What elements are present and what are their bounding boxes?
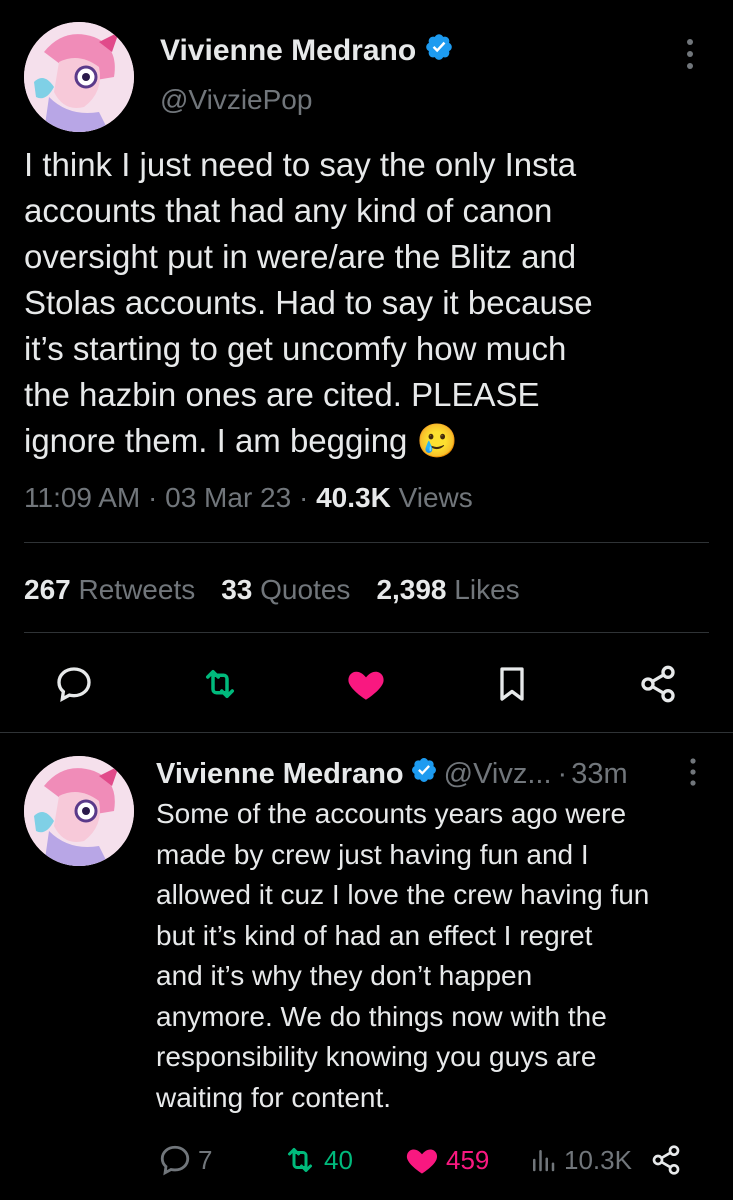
more-vertical-icon[interactable] bbox=[680, 36, 700, 72]
likes-count: 2,398 bbox=[376, 574, 447, 605]
heart-icon bbox=[406, 1149, 438, 1174]
more-vertical-icon[interactable] bbox=[684, 756, 702, 788]
divider bbox=[0, 732, 733, 733]
engagement-stats: 267 Retweets 33 Quotes 2,398 Likes bbox=[24, 574, 520, 606]
retweets-label: Retweets bbox=[78, 574, 196, 605]
reply-reply-button[interactable]: 7 bbox=[158, 1140, 212, 1180]
share-icon bbox=[641, 665, 675, 703]
avatar-illustration bbox=[24, 22, 134, 132]
reply-count: 7 bbox=[198, 1144, 213, 1175]
reply-share-button[interactable] bbox=[650, 1140, 682, 1180]
meta-separator: · bbox=[298, 482, 309, 513]
retweet-icon bbox=[206, 670, 234, 698]
reply-author-handle[interactable]: @Vivz... bbox=[444, 758, 552, 791]
views-count: 40.3K bbox=[316, 482, 391, 513]
tweet-meta: 11:09 AM · 03 Mar 23 · 40.3K Views bbox=[24, 482, 473, 514]
quotes-stat[interactable]: 33 Quotes bbox=[221, 574, 350, 606]
views-chart-icon bbox=[533, 1150, 555, 1172]
author-avatar[interactable] bbox=[24, 22, 134, 132]
tweet-line-last: ignore them. I am begging 🥲 bbox=[24, 418, 593, 464]
retweet-button[interactable] bbox=[192, 656, 248, 712]
heart-icon bbox=[348, 671, 384, 700]
reply-retweet-button[interactable]: 40 bbox=[282, 1140, 353, 1180]
verified-badge-icon bbox=[424, 32, 454, 70]
reply-body: Some of the accounts years ago were made… bbox=[156, 794, 649, 1118]
views-count: 10.3K bbox=[564, 1144, 632, 1175]
retweet-icon bbox=[288, 1148, 312, 1172]
views-label: Views bbox=[398, 482, 473, 513]
tweet-line: accounts that had any kind of canon bbox=[24, 192, 553, 229]
bookmark-icon bbox=[500, 667, 524, 701]
tweet-line: it’s starting to get uncomfy how much bbox=[24, 330, 567, 367]
tweet-action-bar bbox=[0, 656, 733, 712]
tweet-line: I think I just need to say the only Inst… bbox=[24, 146, 577, 183]
reply-line: and it’s why they don’t happen bbox=[156, 960, 533, 991]
reply-line: but it’s kind of had an effect I regret bbox=[156, 919, 593, 951]
reply-action-bar: 7 40 459 10.3K bbox=[0, 1140, 733, 1180]
tweet-line: Stolas accounts. Had to say it because bbox=[24, 284, 593, 321]
reply-line: anymore. We do things now with the bbox=[156, 1000, 607, 1032]
tweet-date[interactable]: 03 Mar 23 bbox=[165, 482, 291, 513]
reply-author-name[interactable]: Vivienne Medrano bbox=[156, 758, 404, 791]
like-button[interactable] bbox=[338, 656, 394, 712]
reply-icon bbox=[160, 1145, 190, 1176]
tweet-line: the hazbin ones are cited. PLEASE bbox=[24, 376, 540, 413]
likes-label: Likes bbox=[454, 574, 520, 605]
share-button[interactable] bbox=[630, 656, 686, 712]
reply-line: made by crew just having fun and I bbox=[156, 838, 589, 870]
meta-separator: · bbox=[148, 482, 158, 513]
reply-views-button[interactable]: 10.3K bbox=[528, 1140, 632, 1180]
reply-line: waiting for content. bbox=[156, 1081, 392, 1113]
reply-icon bbox=[57, 667, 91, 703]
author-name[interactable]: Vivienne Medrano bbox=[160, 34, 416, 68]
quotes-count: 33 bbox=[221, 574, 253, 605]
verified-badge-icon bbox=[410, 756, 438, 792]
reply-time[interactable]: 33m bbox=[571, 758, 627, 791]
reply-line: responsibility knowing you guys are bbox=[156, 1041, 597, 1072]
divider bbox=[24, 542, 709, 543]
meta-separator: · bbox=[557, 757, 568, 790]
like-count: 459 bbox=[446, 1144, 490, 1175]
reply-line: Some of the accounts years ago were bbox=[156, 798, 627, 829]
bookmark-button[interactable] bbox=[484, 656, 540, 712]
likes-stat[interactable]: 2,398 Likes bbox=[376, 574, 519, 606]
retweets-count: 267 bbox=[24, 574, 71, 605]
avatar-illustration bbox=[24, 756, 134, 866]
divider bbox=[24, 632, 709, 633]
tweet-line-text: ignore them. I am begging bbox=[24, 422, 408, 459]
reply-author-avatar[interactable] bbox=[24, 756, 134, 866]
tweet-line: oversight put in were/are the Blitz and bbox=[24, 238, 577, 275]
author-handle[interactable]: @VivziePop bbox=[160, 84, 312, 116]
tweet-body: I think I just need to say the only Inst… bbox=[24, 142, 593, 464]
reply-button[interactable] bbox=[46, 656, 102, 712]
reply-like-button[interactable]: 459 bbox=[404, 1140, 489, 1180]
tweet-time[interactable]: 11:09 AM bbox=[24, 482, 140, 513]
quotes-label: Quotes bbox=[260, 574, 351, 605]
share-icon bbox=[652, 1145, 680, 1175]
retweets-stat[interactable]: 267 Retweets bbox=[24, 574, 195, 606]
retweet-count: 40 bbox=[324, 1144, 353, 1175]
reply-line: allowed it cuz I love the crew having fu… bbox=[156, 879, 650, 910]
smiling-tear-emoji: 🥲 bbox=[416, 422, 458, 459]
